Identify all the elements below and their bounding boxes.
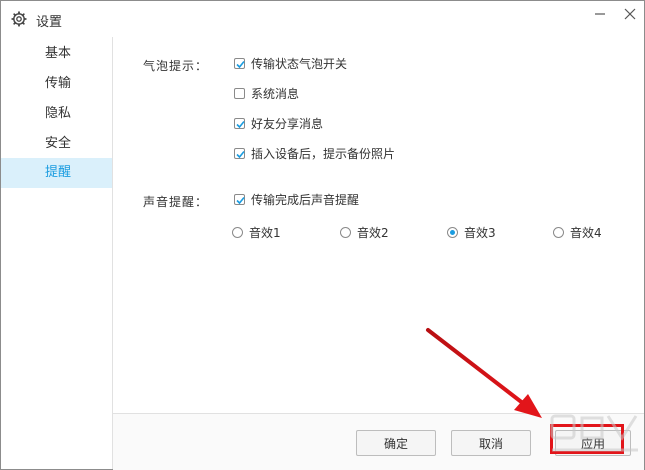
window-title: 设置 <box>36 15 63 30</box>
radio-sound-effect-2[interactable]: 音效2 <box>340 224 389 240</box>
title-bar: 设置 <box>1 1 644 37</box>
sidebar-item-label: 基本 <box>45 46 72 61</box>
sidebar-item-label: 隐私 <box>45 106 72 121</box>
sidebar-item-label: 安全 <box>45 136 72 151</box>
settings-content: 气泡提示： 传输状态气泡开关 系统消息 好友分享消息 插入设备后，提示备份照片 … <box>113 37 644 470</box>
checkbox-label: 好友分享消息 <box>251 116 324 131</box>
checkbox-checked-icon[interactable] <box>234 193 245 205</box>
sidebar-item-reminder[interactable]: 提醒 <box>1 158 112 188</box>
dialog-footer: 确定 取消 应用 <box>113 413 644 470</box>
checkbox-device-backup[interactable]: 插入设备后，提示备份照片 <box>234 145 395 161</box>
sidebar-item-label: 提醒 <box>45 165 72 180</box>
radio-selected-icon[interactable] <box>447 226 458 238</box>
sidebar-item-security[interactable]: 安全 <box>1 129 112 159</box>
checkbox-label: 插入设备后，提示备份照片 <box>251 146 396 161</box>
minimize-icon[interactable] <box>591 5 609 23</box>
radio-label: 音效4 <box>570 225 602 240</box>
radio-sound-effect-1[interactable]: 音效1 <box>232 224 281 240</box>
radio-unselected-icon[interactable] <box>340 226 351 238</box>
bubble-section-label: 气泡提示： <box>143 59 209 73</box>
checkbox-checked-icon[interactable] <box>234 57 245 69</box>
close-icon[interactable] <box>621 5 639 23</box>
gear-icon <box>11 11 27 27</box>
radio-label: 音效3 <box>464 225 496 240</box>
checkbox-unchecked-icon[interactable] <box>234 87 245 99</box>
radio-unselected-icon[interactable] <box>232 226 243 238</box>
sidebar-item-transfer[interactable]: 传输 <box>1 69 112 99</box>
sidebar-item-basic[interactable]: 基本 <box>1 39 112 69</box>
radio-label: 音效1 <box>249 225 281 240</box>
sound-section-label: 声音提醒： <box>143 195 209 209</box>
radio-sound-effect-4[interactable]: 音效4 <box>553 224 602 240</box>
settings-sidebar: 基本 传输 隐私 安全 提醒 <box>1 37 113 469</box>
radio-sound-effect-3[interactable]: 音效3 <box>447 224 496 240</box>
apply-button[interactable]: 应用 <box>555 430 631 456</box>
sidebar-item-label: 传输 <box>45 76 72 91</box>
cancel-button[interactable]: 取消 <box>451 430 531 456</box>
checkbox-system-messages[interactable]: 系统消息 <box>234 85 299 101</box>
checkbox-checked-icon[interactable] <box>234 117 245 129</box>
checkbox-label: 传输状态气泡开关 <box>251 56 348 71</box>
checkbox-transfer-bubble[interactable]: 传输状态气泡开关 <box>234 55 347 71</box>
radio-unselected-icon[interactable] <box>553 226 564 238</box>
checkbox-label: 传输完成后声音提醒 <box>251 192 360 207</box>
checkbox-checked-icon[interactable] <box>234 147 245 159</box>
checkbox-friend-share[interactable]: 好友分享消息 <box>234 115 323 131</box>
settings-dialog: 设置 基本 传输 隐私 安全 提醒 气泡提示： 传输状态气泡开关 系统消息 好友… <box>0 0 645 470</box>
checkbox-label: 系统消息 <box>251 86 300 101</box>
sidebar-item-privacy[interactable]: 隐私 <box>1 99 112 129</box>
radio-label: 音效2 <box>357 225 389 240</box>
checkbox-sound-on-complete[interactable]: 传输完成后声音提醒 <box>234 191 359 207</box>
ok-button[interactable]: 确定 <box>356 430 436 456</box>
